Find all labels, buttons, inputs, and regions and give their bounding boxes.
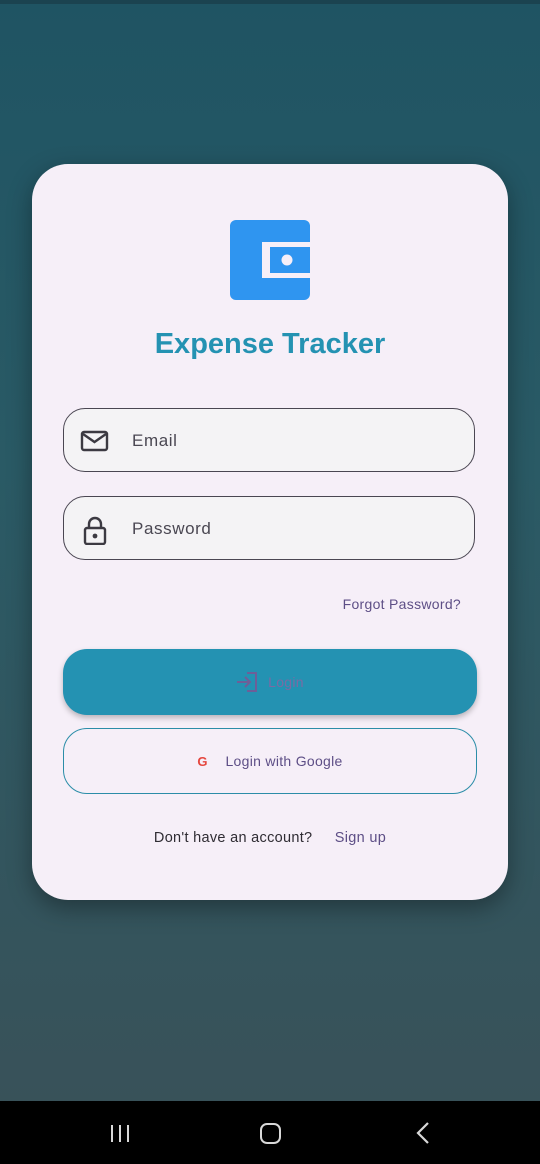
login-arrow-icon	[237, 672, 258, 692]
navigation-bar	[0, 1101, 540, 1164]
signup-link[interactable]: Sign up	[335, 830, 386, 846]
google-login-label: Login with Google	[225, 753, 343, 769]
forgot-password-link[interactable]: Forgot Password?	[343, 596, 461, 612]
email-input[interactable]	[130, 409, 454, 473]
password-input[interactable]	[130, 497, 454, 561]
wallet-icon	[230, 220, 310, 300]
status-bar	[0, 0, 540, 4]
signup-row: Don't have an account? Sign up	[32, 830, 508, 846]
google-login-button[interactable]: G Login with Google	[63, 728, 477, 794]
email-field[interactable]	[63, 408, 475, 473]
login-button-label: Login	[268, 674, 304, 690]
app-title: Expense Tracker	[154, 328, 386, 360]
login-card: Expense Tracker Forgot Password?	[32, 164, 508, 900]
back-icon[interactable]	[412, 1117, 434, 1149]
login-button[interactable]: Login	[63, 649, 477, 715]
login-screen: Expense Tracker Forgot Password?	[0, 0, 540, 1164]
mail-icon	[80, 430, 109, 452]
password-field[interactable]	[63, 496, 475, 561]
google-icon: G	[197, 753, 208, 769]
lock-icon	[83, 516, 107, 545]
recent-apps-icon[interactable]	[108, 1117, 132, 1149]
home-icon[interactable]	[258, 1117, 284, 1149]
signup-prompt: Don't have an account?	[153, 830, 313, 846]
